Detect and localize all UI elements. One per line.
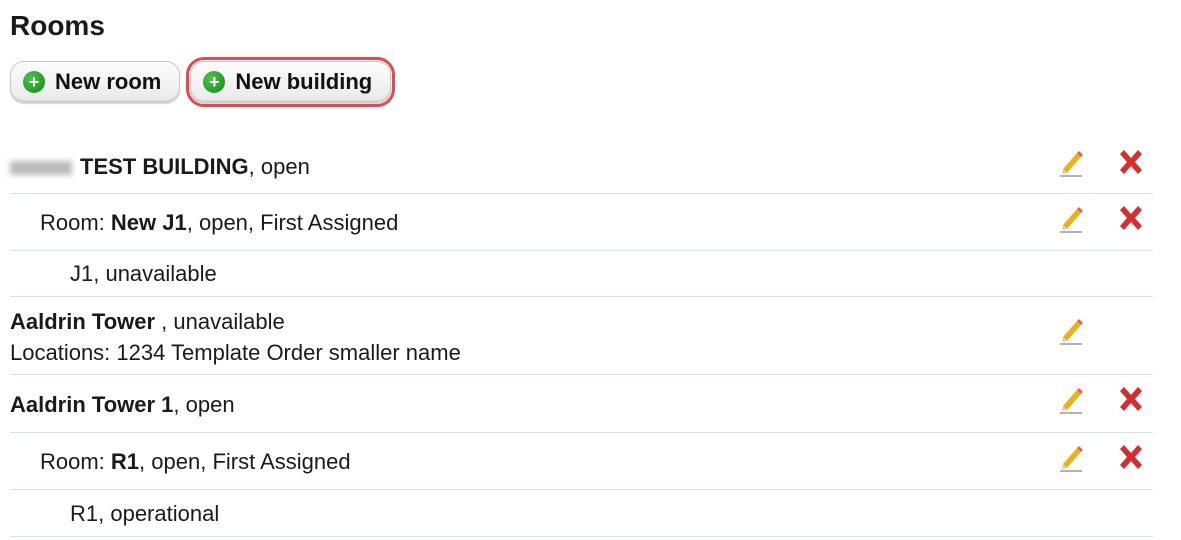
building-name: Aaldrin Tower (10, 309, 156, 334)
list-item-location: J1, unavailable (10, 251, 1153, 297)
room-prefix: Room: (40, 210, 111, 235)
list-item-location: R1, operational (10, 490, 1153, 537)
building-status: , unavailable (155, 309, 285, 334)
delete-icon[interactable] (1116, 147, 1146, 177)
pencil-icon[interactable] (1056, 147, 1086, 177)
room-name: New J1 (110, 210, 187, 235)
rooms-page: Rooms + New room + New building TEST BUI… (0, 0, 1181, 540)
pencil-icon[interactable] (1056, 315, 1086, 345)
building-name: Aaldrin Tower 1 (10, 392, 174, 417)
new-room-label: New room (55, 69, 162, 94)
list-item-building: TEST BUILDING, open (10, 138, 1153, 194)
delete-icon[interactable] (1116, 384, 1146, 414)
pencil-icon[interactable] (1056, 384, 1086, 414)
new-building-button[interactable]: + New building (186, 57, 396, 107)
room-name: R1 (110, 449, 140, 474)
list-item-building: Aaldrin Tower , unavailable Locations: 1… (10, 297, 1153, 375)
pencil-icon[interactable] (1056, 203, 1086, 233)
list-item-room: Room: R1, open, First Assigned (10, 433, 1153, 490)
pencil-icon[interactable] (1056, 442, 1086, 472)
green-plus-icon: + (23, 71, 45, 93)
room-status: , open, First Assigned (139, 449, 351, 474)
building-status: , open (173, 392, 235, 417)
list-item-building: Aaldrin Tower 1, open (10, 375, 1153, 433)
delete-icon[interactable] (1116, 203, 1146, 233)
page-title: Rooms (10, 10, 105, 41)
building-name: TEST BUILDING (80, 154, 249, 179)
list-item-room: Room: New J1, open, First Assigned (10, 194, 1153, 251)
building-locations: Locations: 1234 Template Order smaller n… (10, 340, 461, 365)
green-plus-icon: + (203, 71, 226, 93)
building-status: , open (248, 154, 310, 179)
location-text: J1, unavailable (70, 261, 217, 286)
new-room-button[interactable]: + New room (10, 61, 181, 103)
location-text: R1, operational (70, 501, 220, 526)
room-status: , open, First Assigned (186, 210, 399, 235)
delete-icon[interactable] (1116, 442, 1146, 472)
new-building-label: New building (235, 69, 373, 94)
room-prefix: Room: (40, 449, 111, 474)
rooms-list: TEST BUILDING, open Room: New J1, open, … (10, 138, 1153, 537)
redacted-text (10, 161, 72, 176)
toolbar: + New room + New building (10, 57, 396, 107)
